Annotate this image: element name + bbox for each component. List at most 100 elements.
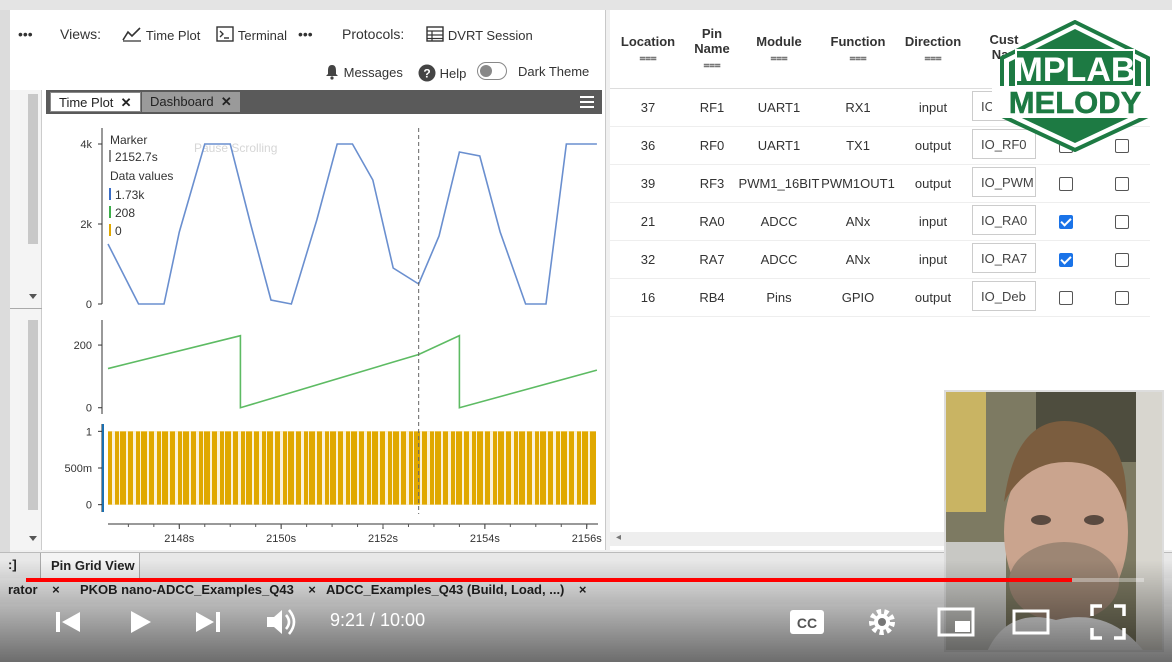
filter-icon[interactable]: ⩶ (686, 60, 738, 71)
time-plot-area[interactable]: Pause Scrolling 4k 2k 0 200 0 1 500m 0 2148s 2150s… (46, 114, 602, 550)
x-tick-label: 2150s (266, 533, 296, 545)
pulse-gap (119, 431, 120, 505)
pulse-gap (532, 431, 535, 505)
captions-icon[interactable]: CC (788, 606, 828, 638)
analog-checkbox[interactable] (1059, 176, 1073, 191)
pulse-gap (175, 431, 178, 505)
video-progress-bar[interactable] (26, 578, 1144, 582)
cell-checkbox (1038, 278, 1094, 317)
play-icon[interactable] (122, 604, 158, 640)
cell-function: PWM1OUT1 (820, 164, 896, 203)
close-icon[interactable]: ✕ (217, 94, 232, 109)
filter-icon[interactable]: ⩶ (896, 53, 970, 64)
more-button-1[interactable]: ••• (18, 26, 33, 42)
header-function[interactable]: Function ⩶ (820, 10, 896, 89)
analog-checkbox[interactable] (1059, 252, 1073, 267)
time-plot-view-button[interactable]: Time Plot (122, 26, 200, 43)
filter-icon[interactable]: ⩶ (738, 53, 820, 64)
settings-icon[interactable] (864, 604, 900, 640)
tab-dashboard[interactable]: Dashboard ✕ (142, 92, 240, 112)
pulse-gap (525, 431, 527, 505)
header-module[interactable]: Module ⩶ (738, 10, 820, 89)
y-tick-label: 200 (74, 340, 92, 352)
protocols-label: Protocols: (342, 26, 405, 42)
analog-checkbox[interactable] (1059, 214, 1073, 229)
table-row[interactable]: 32 RA7 ADCC ANx input IO_RA7 (610, 240, 1150, 279)
pulse-gap (434, 431, 435, 505)
cell-module: Pins (738, 278, 820, 317)
filter-icon[interactable]: ⩶ (610, 53, 686, 64)
pulse-gap (329, 431, 330, 505)
cell-pin-name: RA0 (686, 202, 738, 241)
cell-module: UART1 (738, 88, 820, 127)
pulse-gap (266, 431, 267, 505)
pulse-gap (280, 431, 283, 505)
toggle-knob (480, 65, 492, 77)
cell-checkbox (1038, 164, 1094, 203)
cell-direction: input (896, 240, 970, 279)
dark-theme-toggle[interactable] (477, 62, 507, 80)
analog-checkbox[interactable] (1059, 290, 1073, 305)
header-direction[interactable]: Direction ⩶ (896, 10, 970, 89)
custom-name-field[interactable]: IO_RA0 (972, 204, 1036, 235)
custom-name-field[interactable]: IO_RA7 (972, 242, 1036, 273)
tab-pin-grid-view[interactable]: Pin Grid View (40, 553, 140, 579)
pulse-gap (133, 431, 136, 505)
close-icon[interactable]: ✕ (117, 95, 132, 110)
output-tab-build[interactable]: ADCC_Examples_Q43 (Build, Load, ...) × (326, 582, 586, 597)
terminal-label: Terminal (237, 28, 288, 43)
output-tab-generator[interactable]: rator × (8, 582, 60, 597)
svg-text:?: ? (423, 67, 430, 81)
messages-button[interactable]: Messages (324, 64, 403, 80)
cell-location: 39 (610, 164, 686, 203)
y-tick-label: 500m (64, 463, 92, 475)
option-checkbox[interactable] (1115, 252, 1129, 267)
pin-grid-view-label: Pin Grid View (51, 558, 135, 573)
dvrt-session-button[interactable]: DVRT Session (426, 26, 533, 43)
custom-name-field[interactable]: IO_Deb (972, 280, 1036, 311)
pulse-gap (574, 431, 577, 505)
cell-location: 32 (610, 240, 686, 279)
option-checkbox[interactable] (1115, 214, 1129, 229)
cell-location: 16 (610, 278, 686, 317)
x-tick-label: 2154s (470, 533, 500, 545)
more-button-2[interactable]: ••• (298, 26, 313, 42)
header-location[interactable]: Location ⩶ (610, 10, 686, 89)
pulse-gap (483, 431, 485, 505)
output-tab-pkob[interactable]: PKOB nano-ADCC_Examples_Q43 × (80, 582, 316, 597)
help-button[interactable]: ? Help (418, 64, 466, 82)
next-icon[interactable] (190, 604, 226, 640)
scroll-left-icon[interactable]: ◂ (616, 532, 621, 543)
custom-name-field[interactable]: IO_PWM (972, 166, 1036, 197)
table-row[interactable]: 21 RA0 ADCC ANx input IO_RA0 (610, 202, 1150, 241)
horizontal-scrollbar[interactable]: ◂ (610, 532, 950, 546)
header-pin-name[interactable]: Pin Name ⩶ (686, 10, 738, 89)
top-strip (0, 0, 1172, 10)
terminal-view-button[interactable]: Terminal (216, 26, 287, 43)
legend-data-values-label: Data values (110, 169, 173, 183)
theater-mode-icon[interactable] (1010, 604, 1054, 640)
pulse-gap (539, 431, 540, 505)
pulse-gap (196, 431, 199, 505)
miniplayer-icon[interactable] (936, 604, 978, 640)
pulse-gap (490, 431, 493, 505)
svg-text:CC: CC (797, 615, 817, 631)
volume-icon[interactable] (262, 604, 302, 640)
pulse-gap (420, 431, 422, 505)
view-tab-prev[interactable]: :] (8, 557, 17, 572)
table-icon (426, 26, 444, 42)
cell-pin-name: RF1 (686, 88, 738, 127)
plot-tab-bar: Time Plot ✕ Dashboard ✕ (46, 90, 602, 114)
pulse-gap (252, 431, 254, 505)
dvrt-session-label: DVRT Session (447, 28, 533, 43)
option-checkbox[interactable] (1115, 176, 1129, 191)
menu-icon[interactable] (580, 95, 594, 109)
table-row[interactable]: 39 RF3 PWM1_16BIT PWM1OUT1 output IO_PWM (610, 164, 1150, 203)
pulse-gap (462, 431, 464, 505)
fullscreen-icon[interactable] (1088, 602, 1128, 642)
option-checkbox[interactable] (1115, 290, 1129, 305)
table-row[interactable]: 16 RB4 Pins GPIO output IO_Deb (610, 278, 1150, 317)
previous-icon[interactable] (50, 604, 86, 640)
tab-time-plot[interactable]: Time Plot ✕ (50, 92, 141, 112)
filter-icon[interactable]: ⩶ (820, 53, 896, 64)
